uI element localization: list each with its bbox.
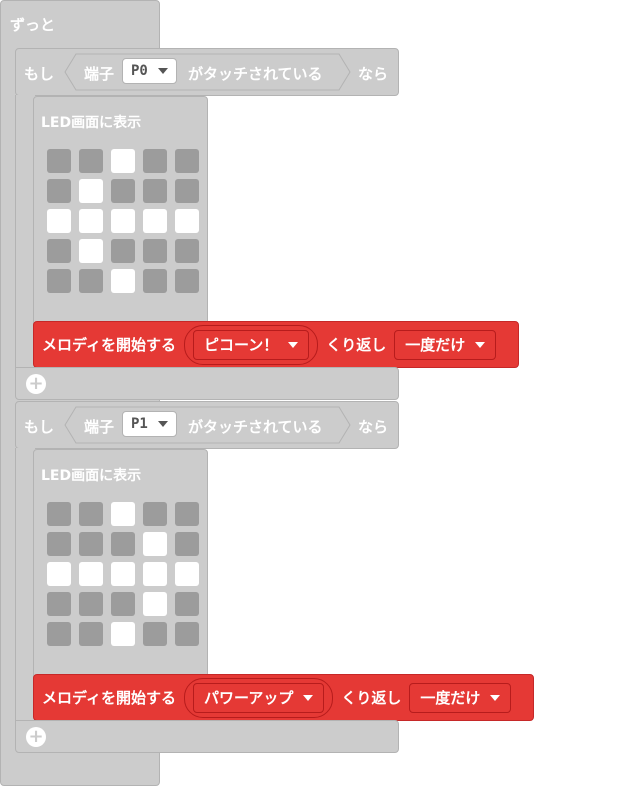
melody-dropdown[interactable]: ピコーン！ [192,329,310,360]
led-cell[interactable] [79,239,103,263]
led-cell[interactable] [143,622,167,646]
led-cell[interactable] [111,149,135,173]
led-cell[interactable] [111,269,135,293]
repeat-dropdown[interactable]: 一度だけ [409,682,512,713]
show-leds-label: LED画面に表示 [41,468,142,484]
melody-label: メロディを開始する [42,336,176,354]
start-melody-block[interactable]: メロディを開始する パワーアップ くり返し 一度だけ [33,674,534,721]
led-cell[interactable] [79,179,103,203]
touch-suffix: がタッチされている [188,418,323,436]
melody-label: メロディを開始する [42,689,176,707]
then-label: なら [358,65,389,83]
pin-dropdown[interactable]: P0 [122,58,177,84]
led-cell[interactable] [175,269,199,293]
pin-value: P0 [131,63,148,79]
repeat-label: くり返し [326,336,387,354]
repeat-label: くり返し [341,689,402,707]
led-cell[interactable] [175,562,199,586]
led-cell[interactable] [111,622,135,646]
led-cell[interactable] [79,269,103,293]
led-cell[interactable] [175,532,199,556]
led-cell[interactable] [79,622,103,646]
led-cell[interactable] [175,622,199,646]
led-cell[interactable] [175,209,199,233]
chevron-down-icon [303,694,314,701]
led-cell[interactable] [143,269,167,293]
led-cell[interactable] [111,239,135,263]
chevron-down-icon [157,421,168,427]
pin-prefix: 端子 [84,418,115,436]
led-cell[interactable] [111,179,135,203]
touch-condition[interactable]: 端子 P0 がタッチされている [64,53,351,91]
led-cell[interactable] [111,502,135,526]
if-block-footer [15,367,399,400]
repeat-value: 一度だけ [420,689,481,707]
then-label: なら [358,418,389,436]
led-cell[interactable] [47,179,71,203]
led-cell[interactable] [79,562,103,586]
touch-suffix: がタッチされている [188,65,323,83]
led-cell[interactable] [143,532,167,556]
repeat-value: 一度だけ [405,336,466,354]
led-grid[interactable] [47,149,201,295]
show-leds-label: LED画面に表示 [41,115,142,131]
led-cell[interactable] [47,269,71,293]
led-cell[interactable] [79,209,103,233]
melody-dropdown[interactable]: パワーアップ [192,682,325,713]
led-cell[interactable] [79,502,103,526]
if-arm [15,448,35,723]
led-cell[interactable] [175,179,199,203]
led-cell[interactable] [47,562,71,586]
led-cell[interactable] [47,592,71,616]
if-block-footer [15,720,399,753]
start-melody-block[interactable]: メロディを開始する ピコーン！ くり返し 一度だけ [33,321,519,368]
led-cell[interactable] [175,592,199,616]
led-cell[interactable] [143,562,167,586]
melody-pill: ピコーン！ [183,324,319,365]
add-else-icon[interactable]: + [26,374,46,394]
led-cell[interactable] [47,502,71,526]
led-cell[interactable] [47,532,71,556]
led-cell[interactable] [175,502,199,526]
pin-dropdown[interactable]: P1 [122,411,177,437]
led-cell[interactable] [111,592,135,616]
led-cell[interactable] [143,239,167,263]
repeat-dropdown[interactable]: 一度だけ [394,329,497,360]
melody-pill: パワーアップ [183,677,334,718]
chevron-down-icon [490,694,501,701]
led-grid[interactable] [47,502,201,648]
led-cell[interactable] [111,562,135,586]
melody-value: ピコーン！ [203,336,279,354]
led-cell[interactable] [111,532,135,556]
led-cell[interactable] [143,592,167,616]
pin-value: P1 [131,416,148,432]
led-cell[interactable] [111,209,135,233]
led-cell[interactable] [47,239,71,263]
led-cell[interactable] [175,239,199,263]
pin-prefix: 端子 [84,65,115,83]
add-else-icon[interactable]: + [26,727,46,747]
led-cell[interactable] [143,179,167,203]
led-cell[interactable] [79,592,103,616]
led-cell[interactable] [175,149,199,173]
led-cell[interactable] [143,149,167,173]
led-cell[interactable] [47,209,71,233]
led-cell[interactable] [143,209,167,233]
if-label: もし [24,65,55,83]
led-cell[interactable] [79,149,103,173]
forever-label: ずっと [10,16,56,34]
chevron-down-icon [475,341,486,348]
touch-condition[interactable]: 端子 P1 がタッチされている [64,406,351,444]
led-cell[interactable] [47,622,71,646]
chevron-down-icon [157,68,168,74]
if-arm [15,95,35,370]
chevron-down-icon [288,341,299,348]
melody-value: パワーアップ [203,689,294,707]
led-cell[interactable] [143,502,167,526]
led-cell[interactable] [79,532,103,556]
led-cell[interactable] [47,149,71,173]
if-label: もし [24,418,55,436]
